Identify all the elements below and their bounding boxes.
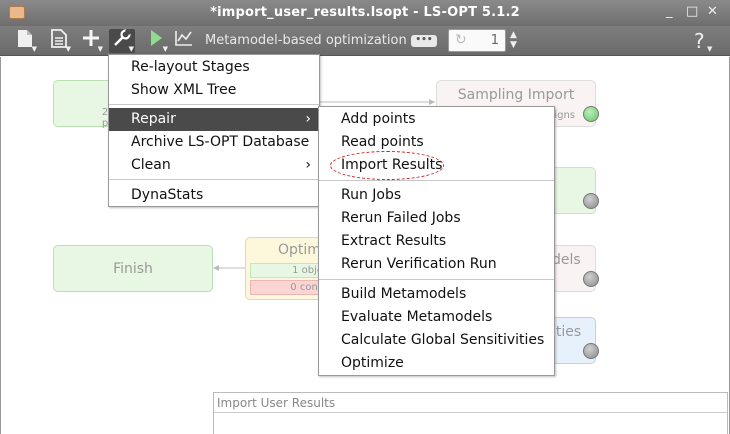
menu-item-optimize[interactable]: Optimize [319,352,554,375]
optimization-title: Optim [278,242,321,258]
setup-stage[interactable]: 2 p [53,80,113,129]
menu-item-dynastats[interactable]: DynaStats [109,184,319,207]
submenu-arrow-icon: › [305,111,311,127]
finish-label: Finish [113,261,153,277]
constraints-row: 0 cons [250,280,326,295]
menu-item-run-jobs[interactable]: Run Jobs [319,184,554,207]
menu-item-extract-results[interactable]: Extract Results [319,230,554,253]
metamodels-label: dels [552,252,581,268]
menu-separator [109,179,319,180]
clean-label: Clean [131,157,171,173]
submenu-arrow-icon: › [305,157,311,173]
highlight-callout [330,151,444,180]
menu-item-show-xml-tree[interactable]: Show XML Tree [109,79,319,102]
menu-separator [109,104,319,105]
sensitivities-status-dot [583,343,599,359]
menu-item-relayout-stages[interactable]: Re-layout Stages [109,56,319,79]
menu-item-rerun-failed-jobs[interactable]: Rerun Failed Jobs [319,207,554,230]
finish-stage[interactable]: Finish [53,245,213,292]
tools-menu: Re-layout Stages Show XML Tree Repair › … [108,54,320,207]
optimization-mode-label: Metamodel-based optimization [205,33,407,48]
add-icon[interactable]: ▼ [78,29,104,53]
menu-item-rerun-verification-run[interactable]: Rerun Verification Run [319,253,554,276]
sampling-import-title: Sampling Import [457,87,575,103]
menu-separator [319,279,554,280]
objectives-row: 1 obje [250,263,326,278]
menu-item-evaluate-metamodels[interactable]: Evaluate Metamodels [319,306,554,329]
menu-item-archive-database[interactable]: Archive LS-OPT Database [109,131,319,154]
run-play-icon[interactable]: ▼ [143,29,169,53]
document-list-icon[interactable]: ▼ [46,29,72,53]
iteration-value: 1 [490,33,499,48]
new-file-icon[interactable]: ▼ [12,29,38,53]
help-icon[interactable]: ? ▼ [694,29,712,53]
menu-item-add-points[interactable]: Add points [319,108,554,131]
spin-arrows-icon[interactable]: ▲ ▼ [510,30,517,50]
minimize-icon[interactable]: _ [666,4,673,19]
menu-separator [319,180,554,181]
metamodels-status-dot [583,271,599,287]
sensitivities-label: ities [552,324,582,340]
menu-item-calculate-global-sensitivities[interactable]: Calculate Global Sensitivities [319,329,554,352]
more-options-button[interactable]: ••• [411,35,437,47]
repair-label: Repair [131,111,176,127]
title-bar: *import_user_results.lsopt - LS-OPT 5.1.… [0,0,730,26]
maximize-icon[interactable]: □ [686,4,698,19]
cycle-icon: ↻ [455,32,467,48]
optimization-stage[interactable]: Optim 1 obje 0 cons [245,237,326,300]
menu-item-build-metamodels[interactable]: Build Metamodels [319,283,554,306]
chart-icon[interactable] [171,29,197,53]
menu-item-read-points[interactable]: Read points [319,131,554,154]
status-panel-divider [214,412,727,413]
status-panel-label: Import User Results [217,396,336,410]
simulation-status-dot [583,193,599,209]
sampling-status-dot [583,106,599,122]
repair-submenu: Add points Read points Import Results Ru… [318,106,555,376]
close-icon[interactable]: ✕ [707,4,718,19]
status-panel: Import User Results [213,392,728,434]
wrench-tools-icon[interactable]: ▼ [109,28,135,53]
menu-item-clean[interactable]: Clean › [109,154,319,177]
menu-item-repair[interactable]: Repair › [109,108,319,131]
toolbar: ▼ ▼ ▼ ▼ ▼ Metamodel-based optimization •… [0,26,730,56]
window-title: *import_user_results.lsopt - LS-OPT 5.1.… [210,5,520,20]
iteration-spinbox[interactable]: ↻ 1 [448,29,506,52]
